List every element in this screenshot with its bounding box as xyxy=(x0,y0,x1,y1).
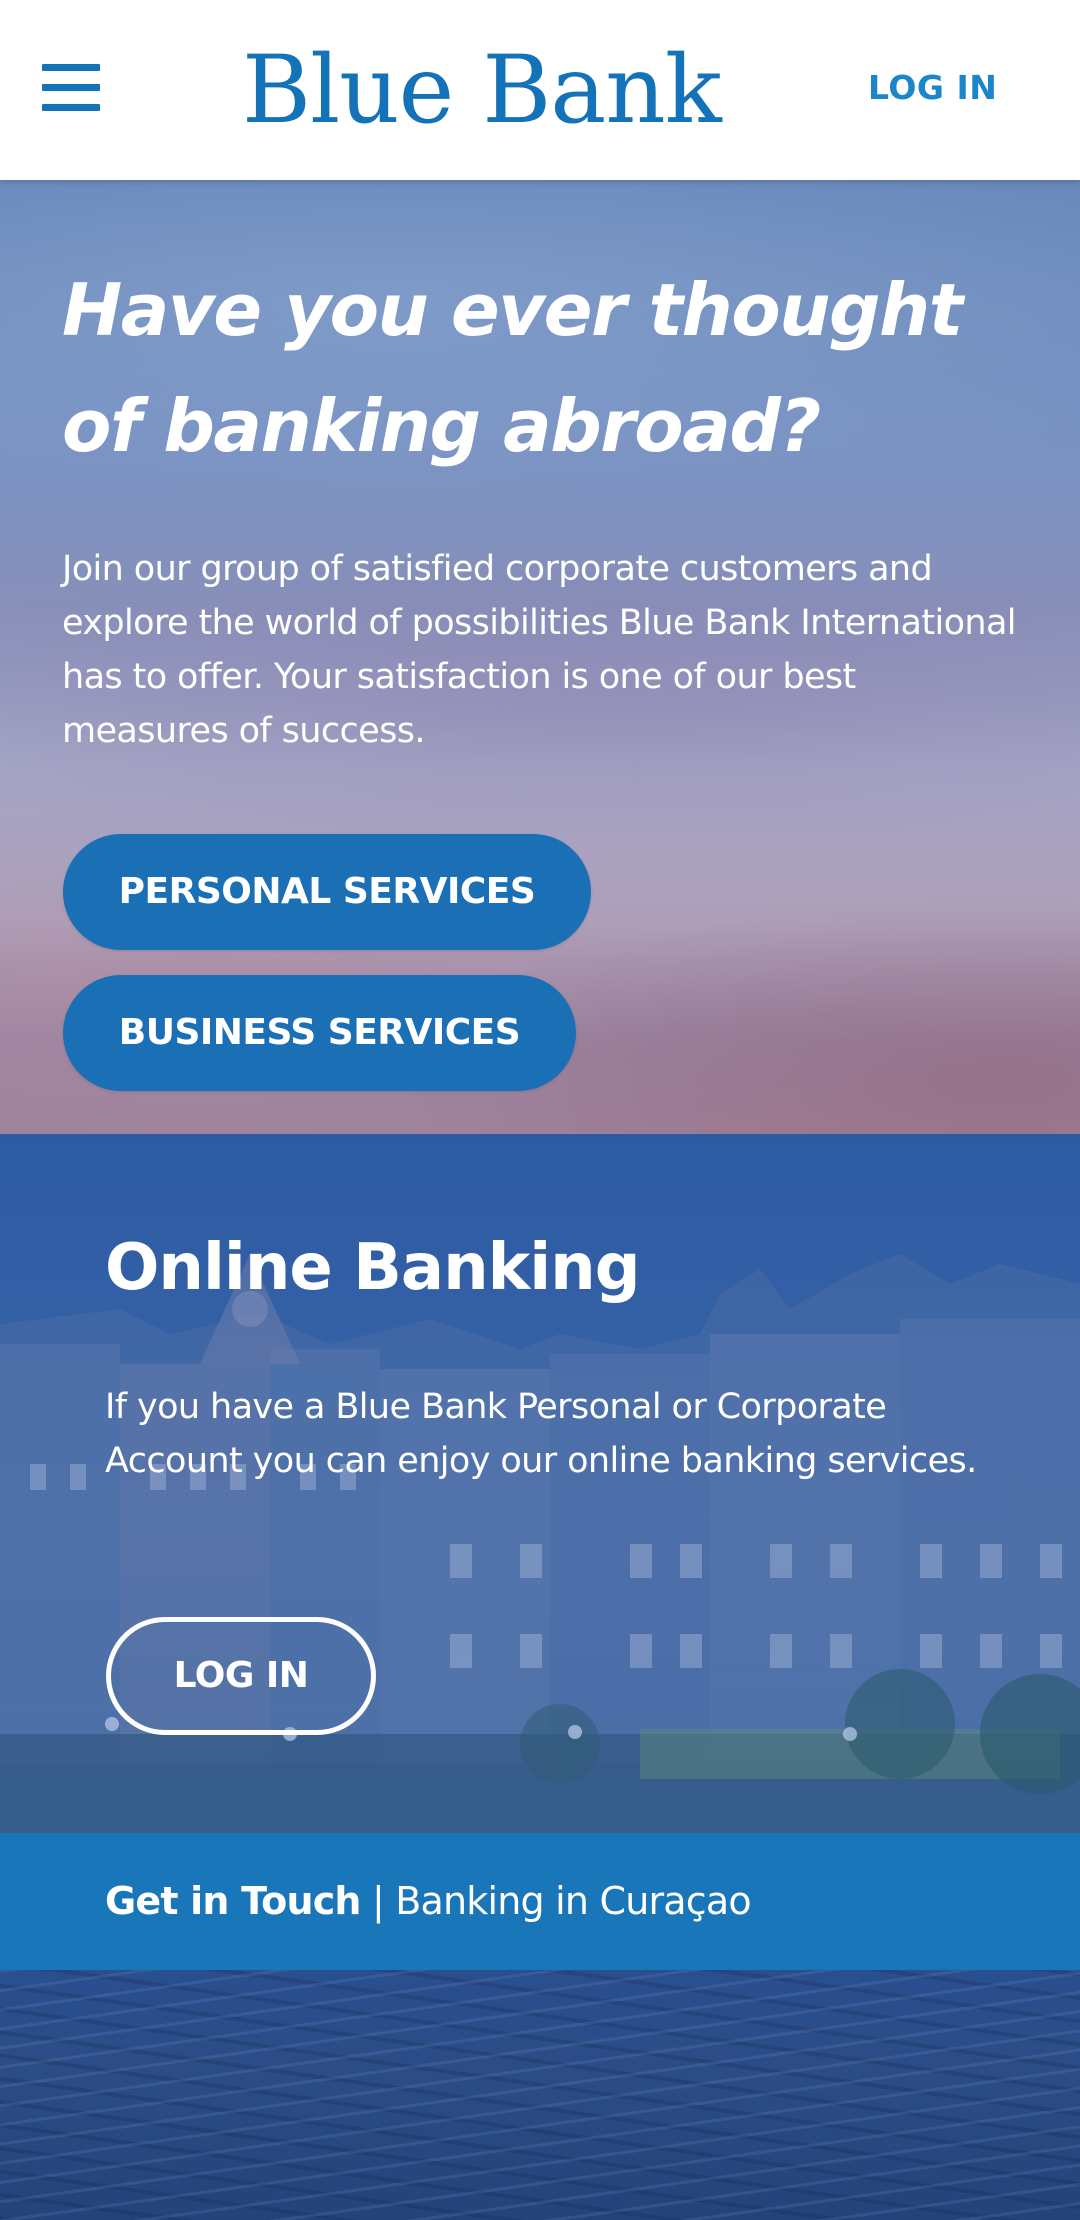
site-header: Blue Bank LOG IN xyxy=(0,0,1080,180)
online-banking-section: Online Banking If you have a Blue Bank P… xyxy=(0,1134,1080,1833)
online-banking-login-button[interactable]: LOG IN xyxy=(106,1617,376,1735)
get-in-touch-bar: Get in Touch | Banking in Curaçao xyxy=(0,1833,1080,1970)
hero-section: Have you ever thought of banking abroad?… xyxy=(0,180,1080,1134)
bank-logo[interactable]: Blue Bank xyxy=(242,36,722,146)
water-background xyxy=(0,1970,1080,2220)
business-services-button[interactable]: BUSINESS SERVICES xyxy=(63,975,576,1091)
personal-services-button[interactable]: PERSONAL SERVICES xyxy=(63,834,591,950)
header-login-link[interactable]: LOG IN xyxy=(868,66,997,110)
get-in-touch-text: Get in Touch | Banking in Curaçao xyxy=(105,1873,752,1929)
contact-separator: | xyxy=(360,1879,396,1923)
hero-title: Have you ever thought of banking abroad? xyxy=(62,268,963,468)
online-banking-title: Online Banking xyxy=(105,1231,640,1305)
hamburger-menu-icon[interactable] xyxy=(40,60,104,116)
banking-location-text: Banking in Curaçao xyxy=(395,1879,751,1923)
hero-description: Join our group of satisfied corporate cu… xyxy=(62,549,1017,751)
online-banking-description: If you have a Blue Bank Personal or Corp… xyxy=(105,1387,977,1481)
get-in-touch-link[interactable]: Get in Touch xyxy=(105,1879,361,1923)
